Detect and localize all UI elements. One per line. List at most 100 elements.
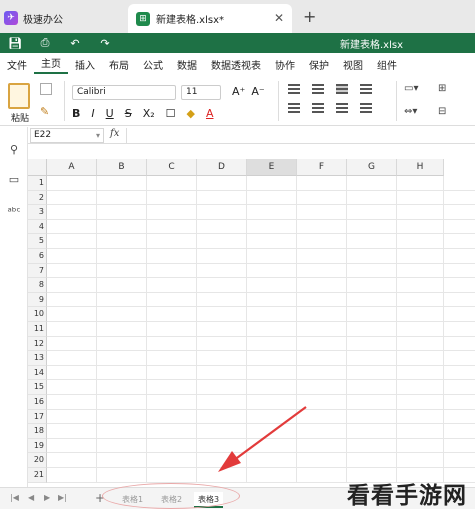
extra-tools: ▭▾ ⊞ ⇔▾ ⊟: [404, 83, 468, 117]
increase-font-icon[interactable]: A⁺: [232, 85, 245, 98]
menu-formula[interactable]: 公式: [136, 57, 170, 72]
table-style-icon[interactable]: ⊟: [438, 106, 468, 117]
left-sidebar: ⚲ ▭ ᵃᵇᶜ: [0, 127, 28, 487]
subscript-button[interactable]: X₂: [143, 107, 155, 120]
column-header-f[interactable]: F: [297, 159, 347, 176]
underline-button[interactable]: U: [106, 107, 114, 120]
paste-label: 粘贴: [11, 114, 30, 124]
menu-data[interactable]: 数据: [170, 57, 204, 72]
copy-icon[interactable]: [40, 83, 52, 95]
menu-home[interactable]: 主页: [34, 55, 68, 74]
row-header-11[interactable]: 11: [28, 322, 47, 337]
arrow-shaft: [225, 406, 307, 467]
search-icon[interactable]: ⚲: [6, 143, 22, 156]
format-buttons: B I U S X₂ ☐ ◆ A: [72, 107, 214, 120]
font-color-icon[interactable]: A: [206, 107, 214, 120]
spellcheck-icon[interactable]: ᵃᵇᶜ: [6, 205, 22, 218]
row-header-14[interactable]: 14: [28, 365, 47, 381]
strikethrough-button[interactable]: S: [125, 107, 132, 120]
app-tab[interactable]: ✈ 极速办公: [4, 6, 63, 30]
prev-sheet-icon[interactable]: ◀: [28, 493, 34, 502]
divider: [396, 81, 397, 121]
italic-button[interactable]: I: [91, 107, 94, 120]
merge-cells-icon[interactable]: ⇔▾: [404, 106, 438, 117]
paste-icon[interactable]: [8, 83, 30, 109]
next-sheet-icon[interactable]: ▶: [44, 493, 50, 502]
formula-bar: E22 ▾ fx: [28, 127, 475, 144]
column-header-d[interactable]: D: [197, 159, 247, 176]
bold-button[interactable]: B: [72, 107, 80, 120]
align-top-icon[interactable]: [288, 84, 300, 94]
menu-protect[interactable]: 保护: [302, 57, 336, 72]
first-sheet-icon[interactable]: |◀: [10, 493, 19, 502]
row-header-16[interactable]: 16: [28, 395, 47, 410]
grid-line: [47, 335, 475, 337]
row-header-4[interactable]: 4: [28, 219, 47, 235]
menu-components[interactable]: 组件: [370, 57, 404, 72]
formula-input[interactable]: [126, 128, 471, 143]
document-tab[interactable]: ⊞ 新建表格.xlsx* ✕: [128, 4, 292, 33]
spreadsheet-logo-icon: ⊞: [136, 11, 150, 26]
print-icon[interactable]: ⎙: [30, 36, 60, 50]
align-right-icon[interactable]: [336, 103, 348, 113]
row-header-9[interactable]: 9: [28, 292, 47, 308]
column-header-c[interactable]: C: [147, 159, 197, 176]
font-size-select[interactable]: 11: [181, 85, 221, 100]
column-header-a[interactable]: A: [47, 159, 97, 176]
row-header-5[interactable]: 5: [28, 234, 47, 249]
wrap-text-icon[interactable]: ▭▾: [404, 83, 438, 94]
font-name-select[interactable]: Calibri: [72, 85, 176, 100]
row-header-7[interactable]: 7: [28, 263, 47, 279]
row-header-1[interactable]: 1: [28, 176, 47, 191]
column-header-e[interactable]: E: [247, 159, 297, 176]
menu-pivot-table[interactable]: 数据透视表: [204, 57, 268, 72]
row-header-6[interactable]: 6: [28, 249, 47, 264]
grid-line: [47, 364, 475, 366]
column-header-b[interactable]: B: [97, 159, 147, 176]
number-format-icon[interactable]: ⊞: [438, 83, 468, 94]
close-tab-icon[interactable]: ✕: [274, 11, 284, 25]
select-all-corner[interactable]: [28, 159, 47, 176]
format-painter-icon[interactable]: ✎: [40, 105, 49, 118]
row-header-20[interactable]: 20: [28, 453, 47, 468]
row-header-21[interactable]: 21: [28, 468, 47, 483]
row-header-15[interactable]: 15: [28, 380, 47, 395]
align-middle-icon[interactable]: [312, 84, 324, 94]
row-header-19[interactable]: 19: [28, 438, 47, 454]
menu-layout[interactable]: 布局: [102, 57, 136, 72]
row-header-17[interactable]: 17: [28, 409, 47, 425]
row-header-10[interactable]: 10: [28, 307, 47, 322]
redo-icon[interactable]: ↷: [90, 37, 120, 50]
align-bottom-icon[interactable]: [336, 84, 348, 94]
row-header-2[interactable]: 2: [28, 190, 47, 206]
align-left-icon[interactable]: [288, 103, 300, 113]
decrease-font-icon[interactable]: A⁻: [251, 85, 264, 98]
save-icon[interactable]: 💾︎: [0, 37, 30, 50]
row-header-13[interactable]: 13: [28, 351, 47, 366]
ribbon-toolbar: 粘贴 ✎ Calibri 11 B I U S X₂ ☐ ◆ A A⁺ A⁻ ▭…: [0, 75, 475, 126]
justify-icon[interactable]: [360, 103, 372, 113]
comment-icon[interactable]: ▭: [6, 173, 22, 186]
row-header-3[interactable]: 3: [28, 205, 47, 220]
fill-color-icon[interactable]: ◆: [187, 107, 195, 120]
function-icon[interactable]: fx: [110, 128, 124, 143]
last-sheet-icon[interactable]: ▶|: [58, 493, 67, 502]
column-header-g[interactable]: G: [347, 159, 397, 176]
column-header-h[interactable]: H: [397, 159, 444, 176]
text-orientation-icon[interactable]: [360, 84, 372, 94]
name-box[interactable]: E22 ▾: [30, 128, 104, 143]
menu-view[interactable]: 视图: [336, 57, 370, 72]
row-header-18[interactable]: 18: [28, 424, 47, 439]
menu-insert[interactable]: 插入: [68, 57, 102, 72]
menu-file[interactable]: 文件: [0, 57, 34, 72]
align-center-icon[interactable]: [312, 103, 324, 113]
new-tab-button[interactable]: +: [303, 7, 316, 26]
borders-icon[interactable]: ☐: [166, 107, 176, 120]
menu-collaborate[interactable]: 协作: [268, 57, 302, 72]
chevron-down-icon[interactable]: ▾: [96, 129, 100, 142]
row-header-8[interactable]: 8: [28, 278, 47, 293]
undo-icon[interactable]: ↶: [60, 37, 90, 50]
grid-line: [47, 452, 475, 454]
row-header-12[interactable]: 12: [28, 336, 47, 352]
cell-reference: E22: [34, 130, 52, 140]
